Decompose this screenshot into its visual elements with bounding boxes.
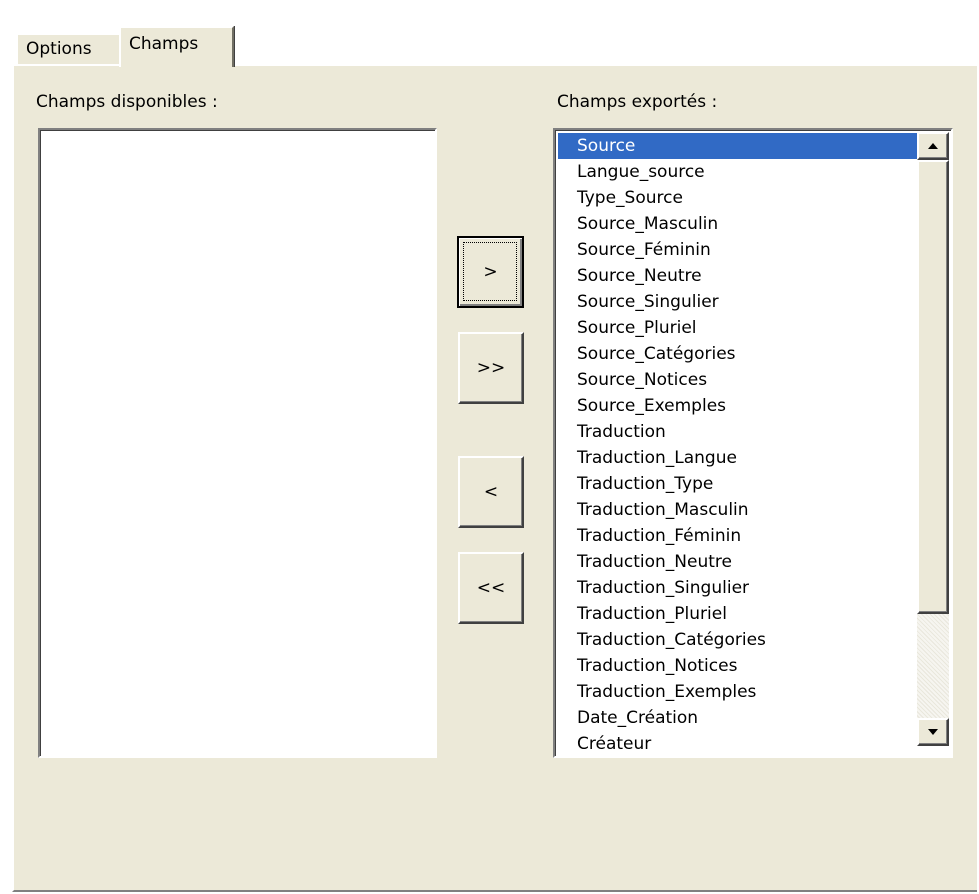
list-item[interactable]: Traduction_Type xyxy=(558,471,918,497)
exported-fields-scrollbar[interactable] xyxy=(917,132,949,746)
list-item[interactable]: Traduction_Neutre xyxy=(558,549,918,575)
add-all-fields-button-label: >> xyxy=(476,358,506,378)
list-item[interactable]: Traduction_Notices xyxy=(558,653,918,679)
list-item[interactable]: Source_Masculin xyxy=(558,211,918,237)
add-field-button-label: > xyxy=(483,262,498,282)
list-item[interactable]: Traduction_Catégories xyxy=(558,627,918,653)
list-item[interactable]: Source xyxy=(558,133,918,159)
scroll-down-button[interactable] xyxy=(917,718,949,746)
add-field-button[interactable]: > xyxy=(457,236,524,308)
list-item[interactable]: Traduction_Exemples xyxy=(558,679,918,705)
remove-all-fields-button[interactable]: << xyxy=(458,552,524,624)
champs-tab-panel: Champs disponibles : > >> < << Champs ex… xyxy=(12,64,977,892)
remove-all-fields-button-label: << xyxy=(476,578,506,598)
list-item[interactable]: Langue_source xyxy=(558,159,918,185)
list-item[interactable]: Type_Source xyxy=(558,185,918,211)
arrow-down-icon xyxy=(928,729,938,735)
list-item[interactable]: Source_Exemples xyxy=(558,393,918,419)
list-item[interactable]: Traduction_Masculin xyxy=(558,497,918,523)
list-item[interactable]: Traduction_Langue xyxy=(558,445,918,471)
remove-field-button-label: < xyxy=(483,482,499,502)
exported-fields-listbox[interactable]: Source Langue_source Type_Source Source_Mas… xyxy=(553,128,953,758)
list-item[interactable]: Source_Féminin xyxy=(558,237,918,263)
available-fields-label: Champs disponibles : xyxy=(36,92,218,112)
list-item[interactable]: Source_Catégories xyxy=(558,341,918,367)
list-item[interactable]: Source_Pluriel xyxy=(558,315,918,341)
add-all-fields-button[interactable]: >> xyxy=(458,332,524,404)
list-item[interactable]: Source_Neutre xyxy=(558,263,918,289)
list-item[interactable]: Créateur xyxy=(558,731,918,757)
arrow-up-icon xyxy=(928,143,938,149)
list-item[interactable]: Traduction_Féminin xyxy=(558,523,918,549)
list-item[interactable]: Source_Notices xyxy=(558,367,918,393)
tab-options[interactable]: Options xyxy=(16,33,125,64)
list-item[interactable]: Traduction_Singulier xyxy=(558,575,918,601)
list-item[interactable]: Date_Création xyxy=(558,705,918,731)
remove-field-button[interactable]: < xyxy=(458,456,524,528)
list-item[interactable]: Source_Singulier xyxy=(558,289,918,315)
tab-champs[interactable]: Champs xyxy=(119,26,234,67)
list-item[interactable]: Traduction_Pluriel xyxy=(558,601,918,627)
exported-fields-list: Source Langue_source Type_Source Source_Mas… xyxy=(558,133,918,757)
scrollbar-thumb[interactable] xyxy=(917,160,949,614)
exported-fields-label: Champs exportés : xyxy=(557,92,718,112)
list-item[interactable]: Traduction xyxy=(558,419,918,445)
scroll-up-button[interactable] xyxy=(917,132,949,160)
available-fields-listbox[interactable] xyxy=(38,128,437,758)
